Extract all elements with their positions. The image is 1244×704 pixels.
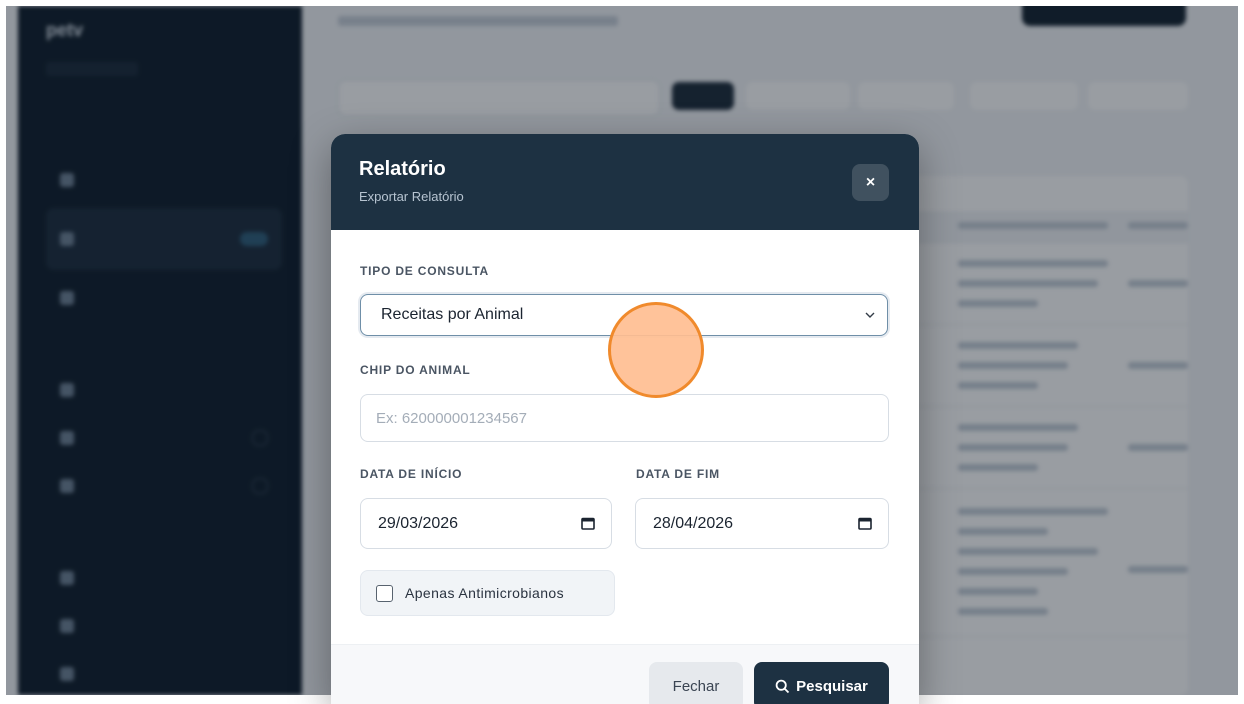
- start-date-input[interactable]: 29/03/2026: [360, 498, 612, 549]
- antimicrobials-option[interactable]: Apenas Antimicrobianos: [360, 570, 615, 616]
- modal-title: Relatório: [359, 158, 446, 180]
- calendar-icon[interactable]: [581, 517, 595, 530]
- search-button-label: Pesquisar: [796, 677, 868, 695]
- search-icon: [775, 679, 790, 693]
- touch-indicator: [608, 302, 704, 398]
- close-icon[interactable]: ×: [852, 164, 889, 201]
- calendar-icon[interactable]: [858, 517, 872, 530]
- close-button[interactable]: Fechar: [649, 662, 743, 704]
- modal-header: Relatório Exportar Relatório ×: [331, 134, 919, 230]
- end-date-value: 28/04/2026: [653, 514, 734, 532]
- chevron-down-icon: [865, 312, 875, 318]
- query-type-value: Receitas por Animal: [381, 306, 524, 323]
- chip-placeholder: Ex: 620000001234567: [376, 409, 527, 427]
- modal-subtitle: Exportar Relatório: [359, 189, 464, 204]
- chip-label: CHIP DO ANIMAL: [360, 363, 471, 377]
- end-date-label: DATA DE FIM: [636, 467, 720, 481]
- end-date-input[interactable]: 28/04/2026: [635, 498, 889, 549]
- antimicrobials-checkbox[interactable]: [376, 584, 393, 602]
- start-date-value: 29/03/2026: [378, 514, 459, 532]
- report-modal: Relatório Exportar Relatório × TIPO DE C…: [331, 134, 919, 704]
- search-button[interactable]: Pesquisar: [754, 662, 889, 704]
- start-date-label: DATA DE INÍCIO: [360, 467, 463, 481]
- chip-input[interactable]: Ex: 620000001234567: [360, 394, 889, 442]
- query-type-label: TIPO DE CONSULTA: [360, 264, 490, 278]
- antimicrobials-label: Apenas Antimicrobianos: [405, 585, 564, 601]
